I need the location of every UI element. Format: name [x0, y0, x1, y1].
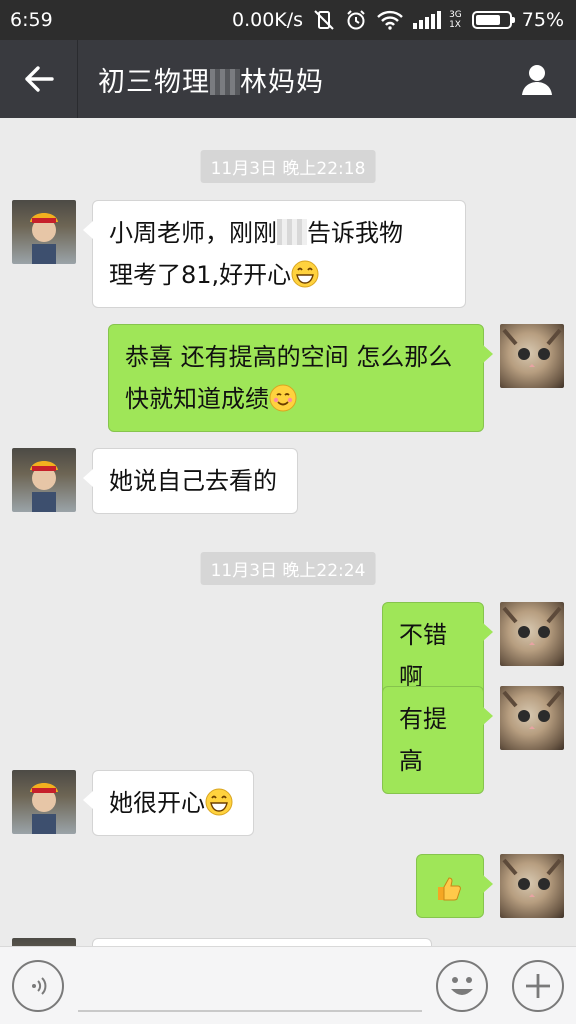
message-bubble-incoming[interactable]: 她说自己去看的 [83, 448, 298, 514]
signal-icon [413, 8, 443, 32]
battery-icon [471, 11, 515, 29]
message-text: 有提高 [399, 705, 447, 775]
message-text: 她很开心 [109, 789, 205, 817]
status-time: 6:59 [10, 9, 53, 31]
battery-text: 75% [521, 9, 564, 31]
network-type-top: 3G [449, 10, 462, 20]
redacted-name [210, 68, 240, 95]
battery-fill [475, 15, 500, 25]
back-arrow-icon [24, 66, 54, 92]
message-text: 小周老师，刚刚 [109, 219, 277, 247]
message-text: 不错啊 [399, 621, 447, 691]
my-avatar[interactable] [500, 854, 564, 918]
message-bubble-outgoing[interactable]: 恭喜 还有提高的空间 怎么那么 快就知道成绩 [108, 324, 493, 432]
chat-screen: 6:59 0.00K/s 3G 1X 75% 初三物理 林妈妈 11月3日 晚上… [0, 0, 576, 1024]
more-button[interactable] [512, 959, 564, 1012]
network-type-bottom: 1X [449, 20, 461, 30]
chat-profile-button[interactable] [498, 40, 576, 118]
net-speed: 0.00K/s [231, 9, 304, 31]
my-avatar[interactable] [500, 324, 564, 388]
chat-header: 初三物理 林妈妈 [0, 40, 576, 118]
network-type: 3G 1X [449, 10, 462, 30]
back-button[interactable] [0, 40, 78, 118]
message-text: 恭喜 还有提高的空间 怎么那么 [125, 343, 453, 371]
plus-icon [526, 973, 550, 998]
vibrate-off-icon [313, 8, 335, 32]
chat-title-prefix: 初三物理 [98, 66, 210, 98]
message-bubble-outgoing[interactable] [416, 854, 493, 918]
status-right: 0.00K/s 3G 1X 75% [232, 8, 564, 32]
contact-avatar[interactable] [12, 448, 76, 512]
message-bubble-incoming[interactable] [92, 938, 432, 946]
contact-avatar[interactable] [12, 938, 76, 946]
voice-icon [32, 976, 47, 995]
message-input[interactable] [78, 959, 422, 1012]
chat-title-suffix: 林妈妈 [240, 66, 324, 98]
my-avatar[interactable] [500, 602, 564, 666]
chat-title: 初三物理 林妈妈 [78, 60, 498, 99]
input-actions [436, 959, 564, 1012]
input-bar [0, 946, 576, 1024]
person-icon [522, 65, 552, 95]
grin-emoji-icon [205, 788, 233, 816]
thumbs-up-icon [438, 877, 461, 901]
contact-avatar[interactable] [12, 200, 76, 264]
smile-emoji-icon [269, 384, 297, 412]
message-list[interactable]: 11月3日 晚上22:18 小周老师，刚刚 告诉我物 理考了81,好开心 恭喜 还… [0, 118, 576, 946]
my-avatar[interactable] [500, 686, 564, 750]
status-bar: 6:59 0.00K/s 3G 1X 75% [0, 0, 576, 40]
message-bubble-outgoing[interactable]: 有提高 [382, 686, 493, 794]
message-bubble-incoming[interactable]: 小周老师，刚刚 告诉我物 理考了81,好开心 [83, 200, 466, 308]
alarm-icon [345, 8, 367, 32]
timestamp: 11月3日 晚上22:18 [200, 150, 376, 183]
message-text: 快就知道成绩 [125, 385, 269, 413]
message-text: 她说自己去看的 [109, 467, 277, 495]
contact-avatar[interactable] [12, 770, 76, 834]
grin-emoji-icon [291, 260, 319, 288]
message-text: 理考了81,好开心 [109, 261, 292, 289]
redacted-name [277, 219, 307, 245]
smiley-icon [451, 976, 473, 995]
wifi-icon [377, 8, 403, 32]
message-bubble-incoming[interactable]: 她很开心 [83, 770, 254, 836]
emoji-button[interactable] [436, 959, 488, 1012]
timestamp: 11月3日 晚上22:24 [200, 552, 376, 585]
voice-toggle-button[interactable] [12, 959, 64, 1012]
message-text: 告诉我物 [307, 219, 403, 247]
